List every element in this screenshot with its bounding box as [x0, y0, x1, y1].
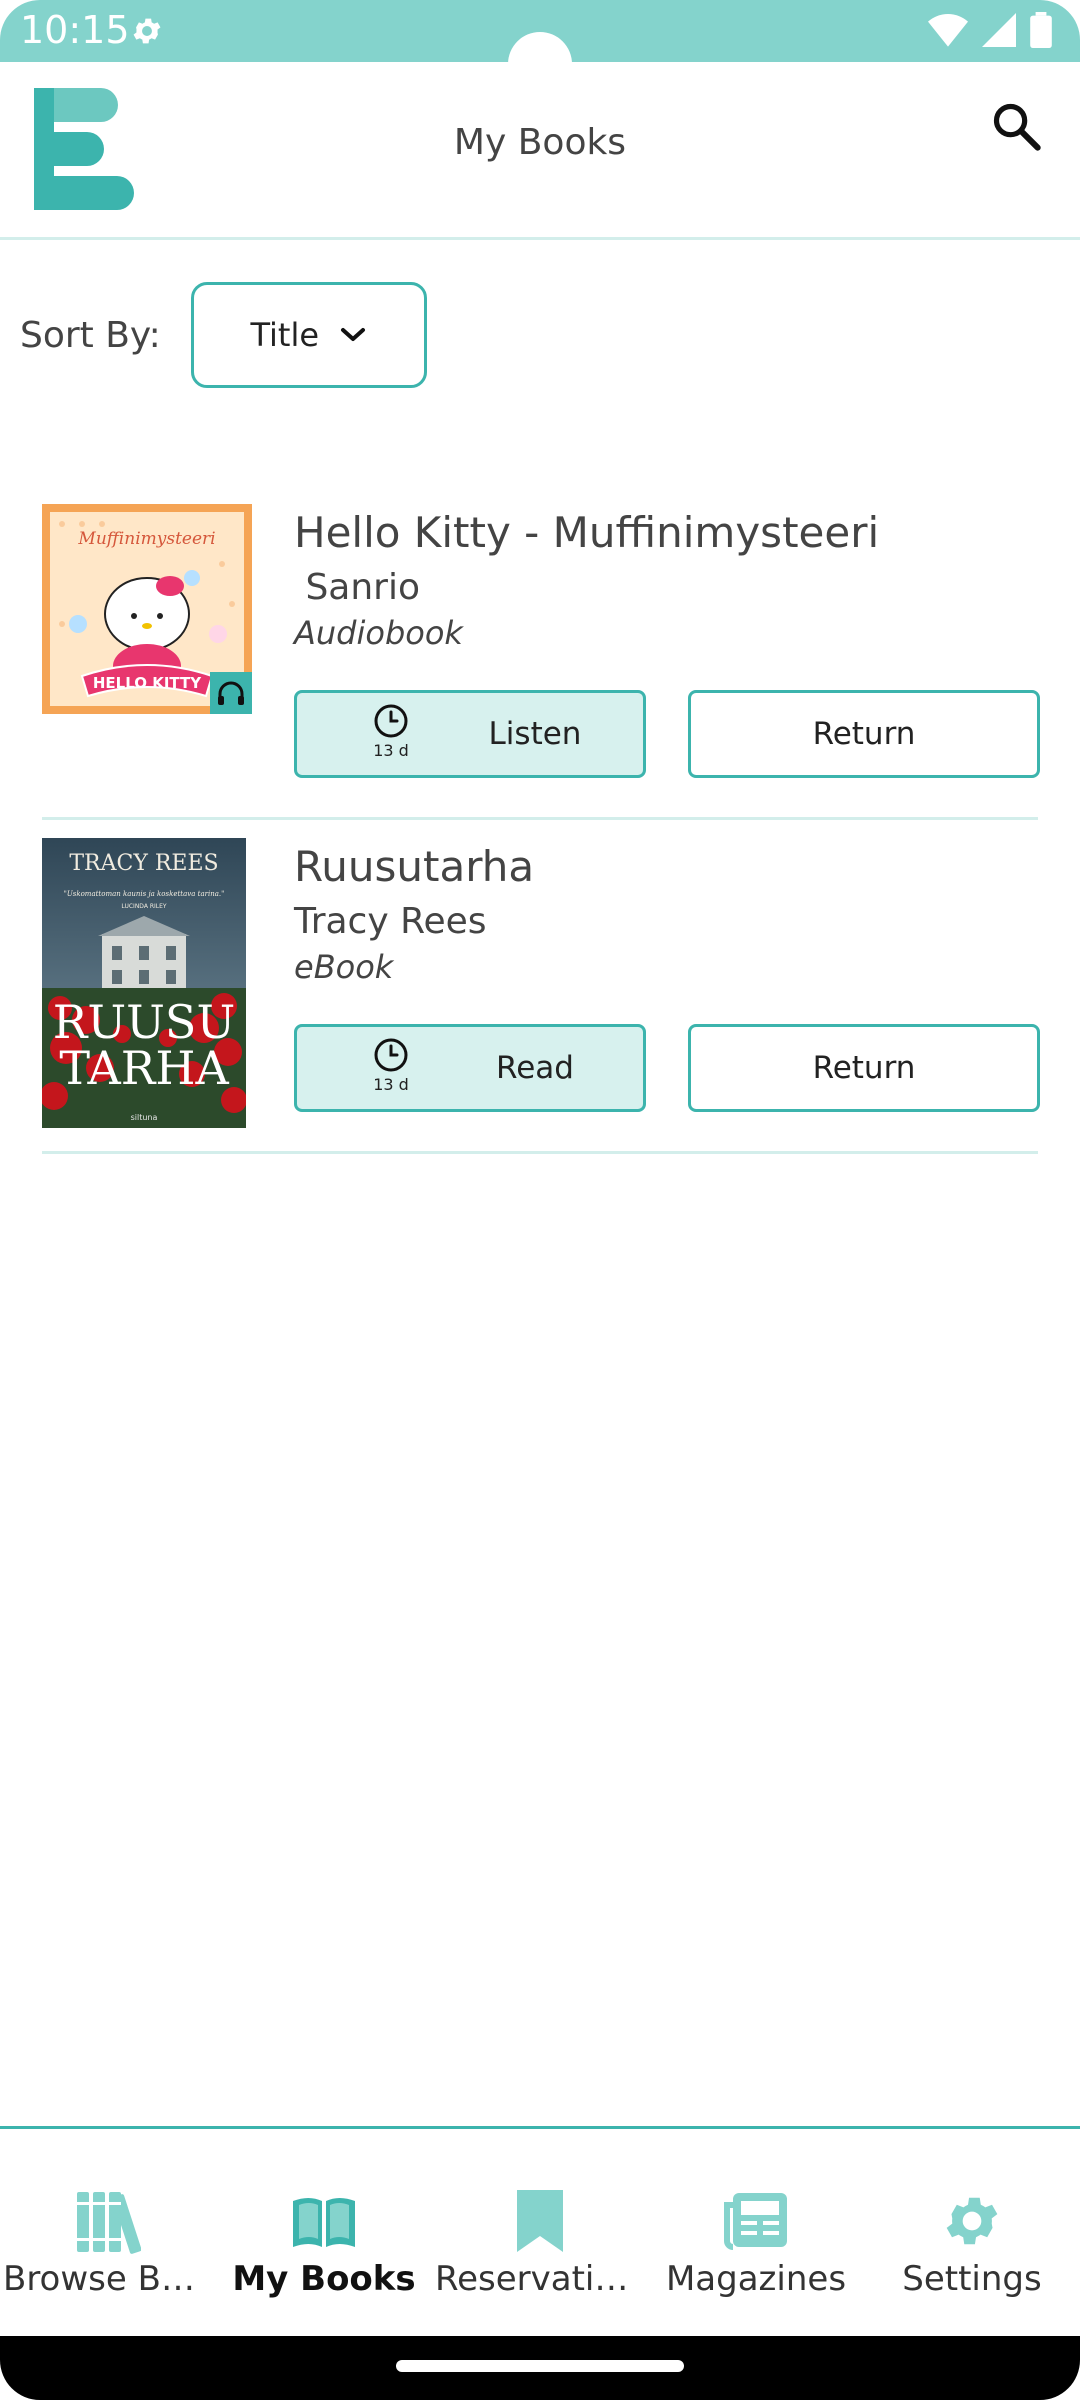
nav-label: Settings — [902, 2259, 1042, 2299]
system-navigation-bar — [0, 2336, 1080, 2400]
sort-selected-value: Title — [250, 316, 320, 354]
cover-publisher: siltuna — [131, 1113, 158, 1122]
headphones-icon — [210, 672, 252, 714]
book-format: eBook — [294, 948, 394, 986]
book-list-item: Muffinimysteeri HELLO KITTY Hello Kitty … — [42, 486, 1040, 820]
cover-top-text: Muffinimysteeri — [77, 529, 215, 549]
page-title: My Books — [453, 122, 627, 163]
nav-label: Browse Bo... — [3, 2259, 213, 2299]
cover-quote: "Uskomattoman kaunis ja koskettava tarin… — [64, 890, 225, 898]
cover-quote-by: LUCINDA RILEY — [121, 903, 166, 910]
loan-timer: 13 d — [369, 1037, 413, 1094]
cover-author-text: TRACY REES — [69, 851, 218, 876]
book-cover-image: TRACY REES "Uskomattoman kaunis ja koske… — [42, 838, 246, 1128]
listen-button[interactable]: 13 d Listen — [294, 690, 646, 778]
book-info: Hello Kitty - Muffinimysteeri Sanrio Aud… — [294, 508, 1038, 652]
days-remaining: 13 d — [373, 1075, 409, 1094]
book-actions: 13 d Read Return — [294, 1024, 1040, 1112]
loan-timer: 13 d — [369, 703, 413, 760]
listen-button-label: Listen — [488, 716, 582, 752]
book-cover[interactable]: Muffinimysteeri HELLO KITTY — [42, 504, 252, 714]
nav-label: My Books — [232, 2259, 416, 2299]
bookmark-icon — [504, 2185, 576, 2257]
book-cover[interactable]: TRACY REES "Uskomattoman kaunis ja koske… — [42, 838, 246, 1128]
chevron-down-icon — [341, 328, 366, 341]
book-title: Hello Kitty - Muffinimysteeri — [294, 508, 880, 557]
search-button[interactable] — [986, 96, 1046, 156]
app-bar: My Books — [0, 62, 1080, 240]
battery-icon — [1030, 12, 1052, 48]
open-book-icon — [288, 2185, 360, 2257]
nav-settings[interactable]: Settings — [864, 2129, 1080, 2336]
book-author: Tracy Rees — [294, 901, 487, 942]
nav-label: Magazines — [665, 2259, 847, 2299]
book-info: Ruusutarha Tracy Rees eBook — [294, 842, 1038, 986]
sort-dropdown[interactable]: Title — [190, 282, 427, 388]
nav-browse-books[interactable]: Browse Bo... — [0, 2129, 216, 2336]
newspaper-icon — [720, 2185, 792, 2257]
read-button[interactable]: 13 d Read — [294, 1024, 646, 1112]
wifi-icon — [928, 14, 968, 47]
status-indicators — [928, 12, 1052, 48]
book-format: Audiobook — [294, 614, 463, 652]
status-time: 10:15 — [20, 8, 130, 52]
search-icon — [993, 103, 1041, 151]
settings-status-icon — [133, 18, 161, 44]
bottom-navigation: Browse Bo... My Books Reservations Magaz… — [0, 2126, 1080, 2336]
return-button[interactable]: Return — [688, 1024, 1040, 1112]
clock-icon — [374, 1038, 408, 1072]
book-title: Ruusutarha — [294, 842, 535, 891]
book-list-item: TRACY REES "Uskomattoman kaunis ja koske… — [42, 820, 1040, 1154]
return-button[interactable]: Return — [688, 690, 1040, 778]
cover-banner-text: HELLO KITTY — [93, 674, 202, 692]
read-button-label: Read — [496, 1050, 574, 1086]
nav-label: Reservations — [435, 2259, 645, 2299]
sort-label: Sort By: — [20, 314, 161, 356]
book-actions: 13 d Listen Return — [294, 690, 1040, 778]
nav-magazines[interactable]: Magazines — [648, 2129, 864, 2336]
nav-reservations[interactable]: Reservations — [432, 2129, 648, 2336]
sort-row: Sort By: Title — [20, 282, 427, 388]
gear-icon — [936, 2185, 1008, 2257]
days-remaining: 13 d — [373, 741, 409, 760]
clock-icon — [374, 704, 408, 738]
signal-icon — [982, 13, 1016, 47]
nav-my-books[interactable]: My Books — [216, 2129, 432, 2336]
books-shelf-icon — [72, 2185, 144, 2257]
cover-title-line2: TARHA — [59, 1041, 229, 1095]
home-gesture-handle[interactable] — [396, 2360, 684, 2372]
book-author: Sanrio — [294, 567, 420, 608]
